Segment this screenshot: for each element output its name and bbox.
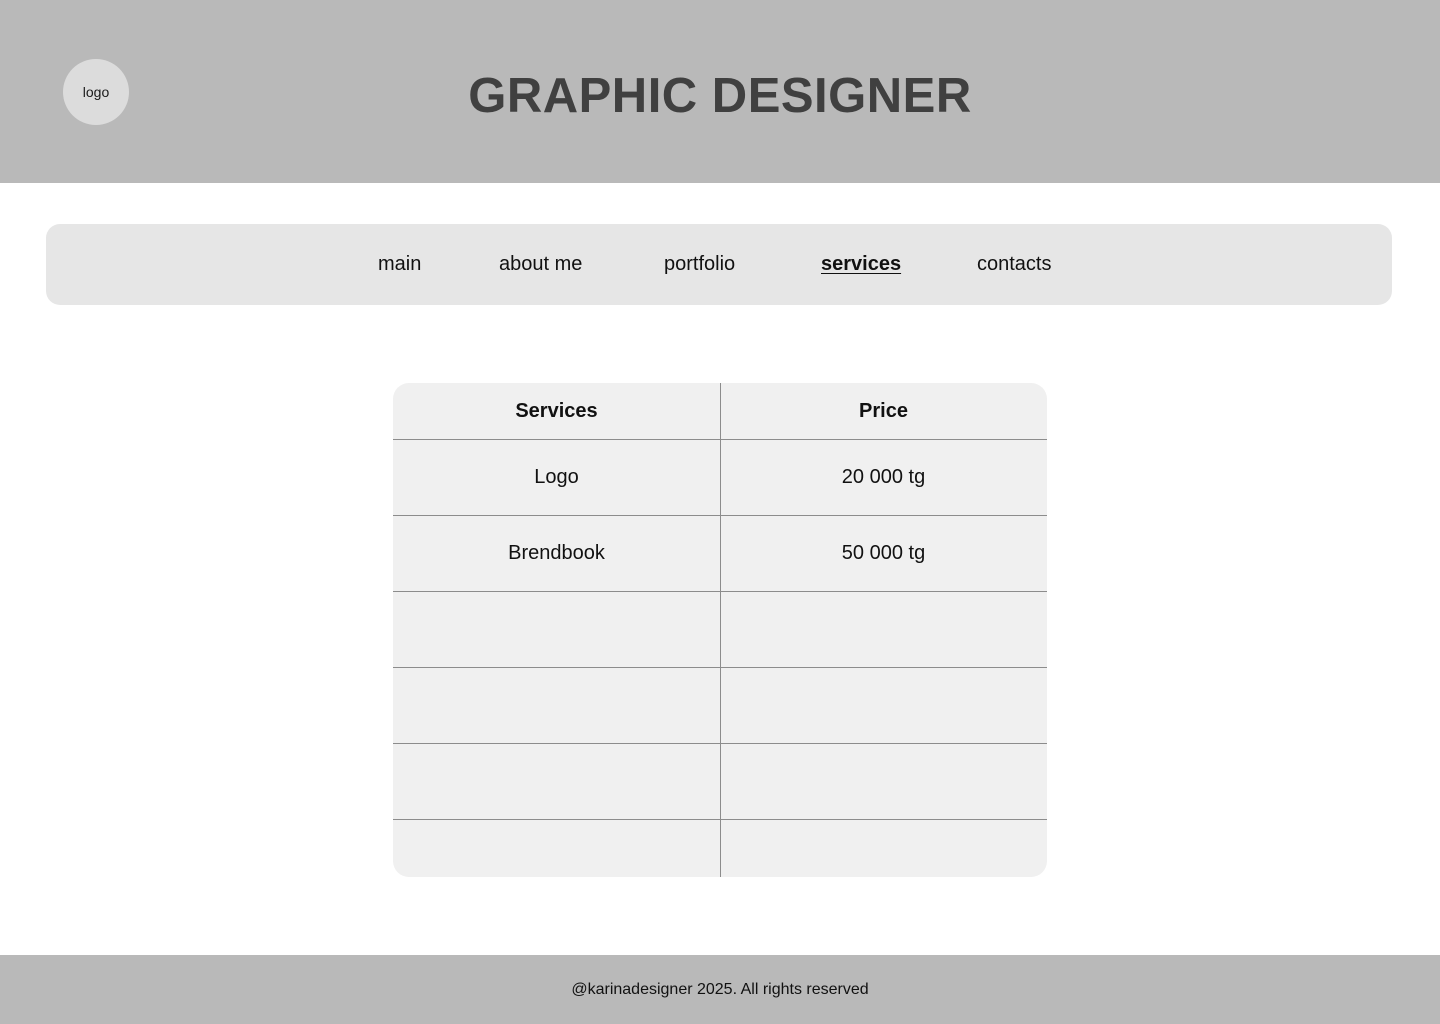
service-name-cell [393, 820, 720, 877]
header-services: Services [515, 399, 598, 422]
service-price-cell [720, 820, 1047, 877]
site-title: GRAPHIC DESIGNER [468, 69, 972, 123]
service-price-cell: 50 000 tg [841, 542, 926, 564]
service-name-cell [393, 592, 720, 667]
service-price-cell [720, 668, 1047, 743]
nav-item-main[interactable]: main [378, 252, 421, 276]
site-footer: @karinadesigner 2025. All rights reserve… [0, 955, 1440, 1024]
table-row: Logo 20 000 tg [393, 440, 1047, 516]
nav-item-services[interactable]: services [821, 252, 901, 276]
service-price-cell [720, 592, 1047, 667]
footer-copyright: @karinadesigner 2025. All rights reserve… [571, 980, 869, 998]
table-row [393, 744, 1047, 820]
header-price: Price [859, 399, 908, 422]
table-row [393, 592, 1047, 668]
table-row [393, 668, 1047, 744]
nav-item-contacts[interactable]: contacts [977, 252, 1051, 276]
services-table: Services Price Logo 20 000 tg Brendbook … [393, 383, 1047, 877]
nav-item-about-me[interactable]: about me [499, 252, 582, 276]
service-price-cell [720, 744, 1047, 819]
service-name-cell [393, 668, 720, 743]
main-nav: main about me portfolio services contact… [46, 224, 1392, 305]
site-header: logo GRAPHIC DESIGNER [0, 0, 1440, 183]
table-row: Brendbook 50 000 tg [393, 516, 1047, 592]
table-row [393, 820, 1047, 877]
service-name-cell: Logo [534, 466, 579, 488]
page: logo GRAPHIC DESIGNER main about me port… [0, 0, 1440, 1024]
service-name-cell [393, 744, 720, 819]
nav-item-portfolio[interactable]: portfolio [664, 252, 735, 276]
table-header-row: Services Price [393, 383, 1047, 440]
service-price-cell: 20 000 tg [841, 466, 926, 488]
service-name-cell: Brendbook [508, 542, 605, 564]
